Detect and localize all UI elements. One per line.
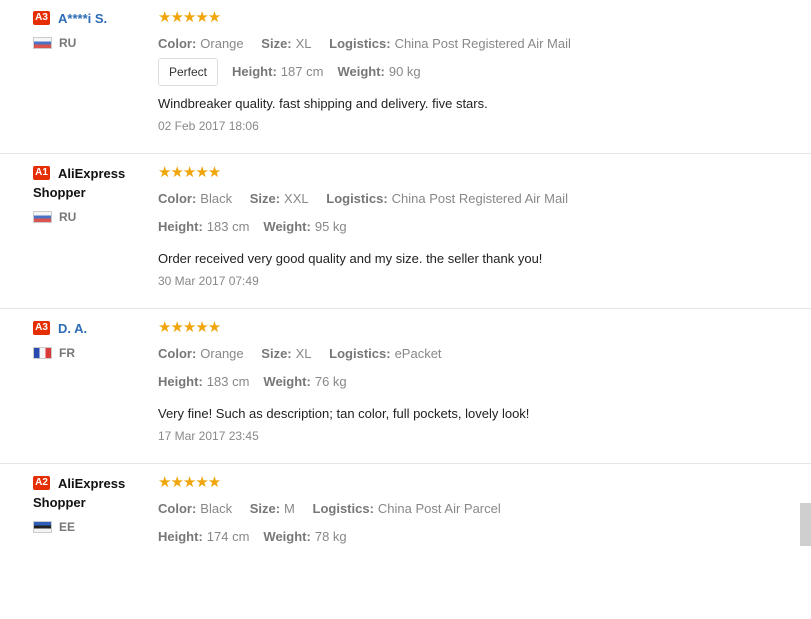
country-code: EE [59,520,76,534]
russia-flag-icon [33,211,52,223]
size-label: Size: [261,346,292,361]
review-item: A2 AliExpress Shopper EE ★★★★★ Color: Blac… [0,465,811,619]
weight-value: 76 kg [314,374,347,389]
product-attributes: Color: Orange Size: XL Logistics: ePacket [158,345,791,362]
logistics-value: China Post Air Parcel [377,501,501,516]
russia-flag-icon [33,37,52,49]
size-label: Size: [249,501,281,516]
country-code: RU [59,210,77,224]
review-content: ★★★★★ Color: Orange Size: XL Logistics: Chi… [158,9,791,134]
height-value: 174 cm [206,529,250,544]
weight-value: 90 kg [388,64,421,79]
height-label: Height: [158,529,203,544]
reviewer-country: EE [33,520,143,534]
review-content: ★★★★★ Color: Black Size: XXL Logistics: Chi… [158,164,791,289]
review-item: A3 D. A. FR ★★★★★ Color: Orange Size: XL Lo… [0,310,811,464]
review-text: Order received very good quality and my … [158,251,543,266]
size-value: M [284,501,295,516]
buyer-level-badge: A1 [33,166,50,180]
scrollbar-thumb[interactable] [800,503,811,546]
height-value: 187 cm [280,64,324,79]
review-content: ★★★★★ Color: Black Size: M Logistics: China… [158,474,791,551]
weight-label: Weight: [263,529,311,544]
body-measurements: Height: 183 cm Weight: 76 kg [158,368,791,396]
size-label: Size: [249,191,281,206]
weight-value: 78 kg [314,529,347,544]
country-code: RU [59,36,77,50]
body-measurements: Perfect Height: 187 cm Weight: 90 kg [158,58,791,86]
country-code: FR [59,346,75,360]
logistics-label: Logistics: [326,191,388,206]
weight-label: Weight: [263,374,311,389]
review-date: 30 Mar 2017 07:49 [158,274,259,288]
color-label: Color: [158,191,197,206]
weight-value: 95 kg [314,219,347,234]
reviewer-info: A3 D. A. FR [33,319,143,360]
france-flag-icon [33,347,52,359]
product-attributes: Color: Black Size: XXL Logistics: China Pos… [158,190,791,207]
weight-label: Weight: [263,219,311,234]
logistics-value: China Post Registered Air Mail [394,36,571,51]
size-value: XL [295,346,312,361]
star-rating: ★★★★★ [158,164,221,181]
review-date: 02 Feb 2017 18:06 [158,119,259,133]
star-rating: ★★★★★ [158,319,221,336]
review-item: A3 A****i S. RU ★★★★★ Color: Orange Size: X… [0,0,811,154]
size-label: Size: [261,36,292,51]
color-value: Orange [200,36,244,51]
buyer-level-badge: A3 [33,11,50,25]
height-value: 183 cm [206,219,250,234]
reviewer-info: A1 AliExpress Shopper RU [33,164,143,224]
review-item: A1 AliExpress Shopper RU ★★★★★ Color: Blac… [0,155,811,309]
reviewer-country: FR [33,346,143,360]
height-label: Height: [158,374,203,389]
reviewer-info: A3 A****i S. RU [33,9,143,50]
body-measurements: Height: 174 cm Weight: 78 kg [158,523,791,551]
color-label: Color: [158,346,197,361]
size-value: XXL [284,191,309,206]
height-label: Height: [232,64,277,79]
size-value: XL [295,36,312,51]
star-rating: ★★★★★ [158,474,221,491]
reviewer-name[interactable]: A****i S. [58,11,107,26]
review-text: Windbreaker quality. fast shipping and d… [158,96,488,111]
height-value: 183 cm [206,374,250,389]
body-measurements: Height: 183 cm Weight: 95 kg [158,213,791,241]
logistics-label: Logistics: [329,346,391,361]
logistics-value: China Post Registered Air Mail [391,191,568,206]
buyer-level-badge: A3 [33,321,50,335]
star-rating: ★★★★★ [158,9,221,26]
estonia-flag-icon [33,521,52,533]
weight-label: Weight: [337,64,385,79]
review-text: Very fine! Such as description; tan colo… [158,406,530,421]
logistics-label: Logistics: [312,501,374,516]
color-label: Color: [158,501,197,516]
review-content: ★★★★★ Color: Orange Size: XL Logistics: ePa… [158,319,791,444]
height-label: Height: [158,219,203,234]
reviewer-name[interactable]: D. A. [58,321,87,336]
review-date: 17 Mar 2017 23:45 [158,429,259,443]
reviewer-country: RU [33,210,143,224]
buyer-level-badge: A2 [33,476,50,490]
product-attributes: Color: Orange Size: XL Logistics: China Pos… [158,35,791,52]
fit-tag: Perfect [158,58,219,86]
color-label: Color: [158,36,197,51]
color-value: Orange [200,346,244,361]
logistics-label: Logistics: [329,36,391,51]
logistics-value: ePacket [394,346,442,361]
color-value: Black [200,501,233,516]
reviewer-country: RU [33,36,143,50]
color-value: Black [200,191,233,206]
reviewer-info: A2 AliExpress Shopper EE [33,474,143,534]
product-attributes: Color: Black Size: M Logistics: China Post … [158,500,791,517]
